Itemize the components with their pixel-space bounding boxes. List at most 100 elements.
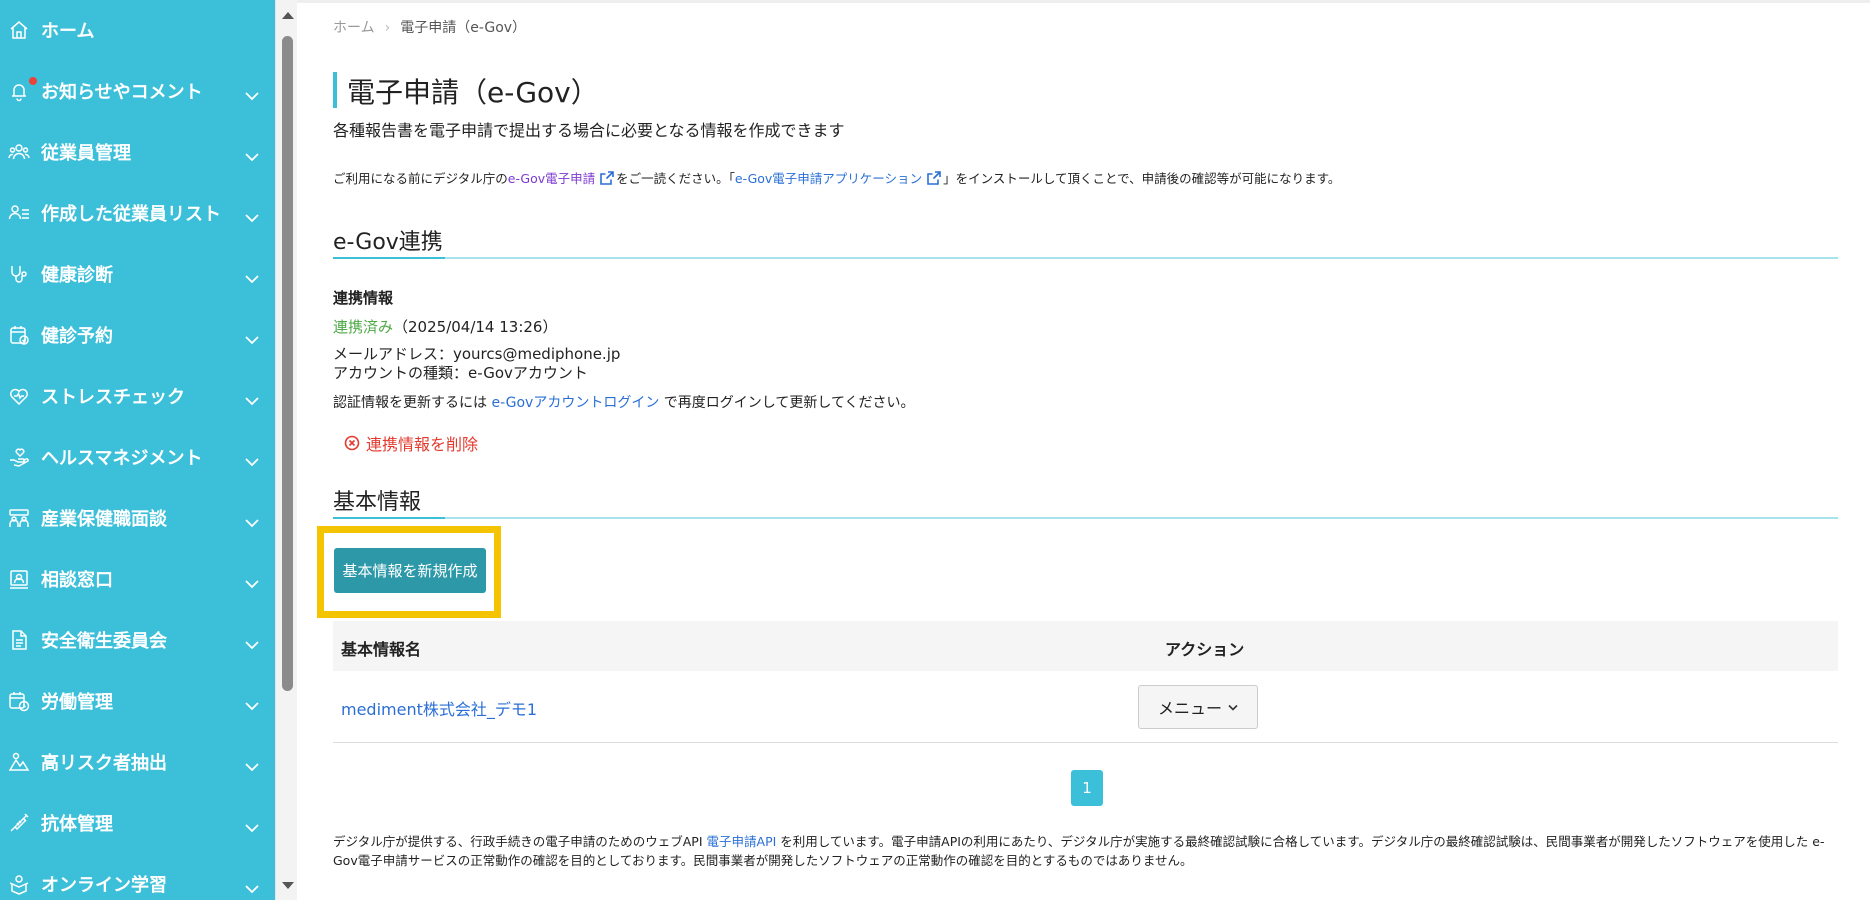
notice-middle: をご一読ください。「 xyxy=(616,171,735,186)
breadcrumb-separator: › xyxy=(384,20,391,36)
risk-chart-icon xyxy=(8,751,30,773)
pagination-page-button[interactable]: 1 xyxy=(1071,770,1103,806)
scroll-down-arrow-icon[interactable] xyxy=(282,882,294,889)
external-link-icon[interactable] xyxy=(927,171,941,185)
chevron-down-icon xyxy=(244,269,260,283)
footer-disclaimer: デジタル庁が提供する、行政手続きの電子申請のためのウェブAPI 電子申請API … xyxy=(333,832,1838,870)
sidebar-item-label: オンライン学習 xyxy=(41,874,167,896)
egov-account-login-link[interactable]: e-Govアカウントログイン xyxy=(491,395,659,411)
sidebar-item-checkup-reservation[interactable]: 健診予約 xyxy=(0,304,275,365)
chevron-down-icon xyxy=(244,330,260,344)
sidebar-item-label: 健診予約 xyxy=(41,325,113,347)
section-divider-accent xyxy=(333,257,445,259)
reauth-prefix: 認証情報を更新するには xyxy=(333,395,492,411)
sidebar-item-label: 健康診断 xyxy=(41,264,113,286)
main-content: ホーム › 電子申請（e-Gov） 電子申請（e-Gov） 各種報告書を電子申請で提… xyxy=(297,0,1870,900)
status-date: （2025/04/14 13:26） xyxy=(393,318,558,336)
sidebar-item-health-checkup[interactable]: 健康診断 xyxy=(0,243,275,304)
chevron-down-icon xyxy=(244,757,260,771)
scrollbar-thumb[interactable] xyxy=(282,36,293,691)
account-type-line: アカウントの種類：e-Govアカウント xyxy=(333,364,588,382)
sidebar-item-employee-lists[interactable]: 作成した従業員リスト xyxy=(0,182,275,243)
sidebar-item-antibody-management[interactable]: 抗体管理 xyxy=(0,792,275,853)
sidebar-item-label: 高リスク者抽出 xyxy=(41,752,167,774)
breadcrumb-home-link[interactable]: ホーム xyxy=(333,20,375,36)
column-header-name: 基本情報名 xyxy=(341,640,422,659)
menu-button-label: メニュー xyxy=(1157,699,1222,718)
delete-link-info-button[interactable]: 連携情報を削除 xyxy=(344,431,478,455)
breadcrumb-current: 電子申請（e-Gov） xyxy=(400,20,527,36)
egov-application-link[interactable]: e-Gov電子申請 xyxy=(508,171,595,186)
sidebar-item-consultation-desk[interactable]: 相談窓口 xyxy=(0,548,275,609)
sidebar-item-label: 抗体管理 xyxy=(41,813,113,835)
sidebar-item-stress-check[interactable]: ストレスチェック xyxy=(0,365,275,426)
sidebar-item-label: 安全衛生委員会 xyxy=(41,630,167,652)
sidebar-item-online-learning[interactable]: オンライン学習 xyxy=(0,853,275,900)
delete-link-label: 連携情報を削除 xyxy=(366,435,479,454)
sidebar-item-label: ホーム xyxy=(41,21,95,42)
chevron-down-icon xyxy=(244,696,260,710)
chevron-down-icon xyxy=(244,452,260,466)
reauth-instruction: 認証情報を更新するには e-Govアカウントログイン で再度ログインして更新して… xyxy=(333,392,915,412)
stethoscope-icon xyxy=(8,263,30,285)
section-title-egov: e-Gov連携 xyxy=(333,230,443,255)
sidebar-item-label: 従業員管理 xyxy=(41,142,131,164)
email-line: メールアドレス：yourcs@mediphone.jp xyxy=(333,345,621,363)
learning-icon xyxy=(8,873,30,895)
consult-icon xyxy=(8,568,30,590)
row-menu-button[interactable]: メニュー xyxy=(1138,685,1258,729)
sidebar-item-high-risk-extraction[interactable]: 高リスク者抽出 xyxy=(0,731,275,792)
chevron-down-icon xyxy=(244,391,260,405)
document-icon xyxy=(8,629,30,651)
sidebar-item-label: 産業保健職面談 xyxy=(41,508,167,530)
notice-prefix: ご利用になる前にデジタル庁の xyxy=(333,171,508,186)
link-info-heading: 連携情報 xyxy=(333,289,394,307)
users-icon xyxy=(8,141,30,163)
notification-dot xyxy=(29,76,37,85)
sidebar-item-health-management[interactable]: ヘルスマネジメント xyxy=(0,426,275,487)
home-icon xyxy=(8,19,30,41)
table-row: mediment株式会社_デモ1 メニュー xyxy=(333,671,1838,743)
bell-icon xyxy=(8,76,37,102)
chevron-down-icon xyxy=(244,208,260,222)
sidebar-item-label: ストレスチェック xyxy=(41,386,185,408)
egov-api-link[interactable]: 電子申請API xyxy=(707,834,777,849)
user-list-icon xyxy=(8,202,30,224)
page-title-accent-bar xyxy=(333,72,337,108)
sidebar: ホーム お知らせやコメント 従業員管理 作成した従業員リスト 健康診断 健診予約… xyxy=(0,0,275,900)
section-divider xyxy=(333,257,1838,259)
sidebar-item-home[interactable]: ホーム xyxy=(0,0,275,60)
create-basic-info-button[interactable]: 基本情報を新規作成 xyxy=(334,548,486,593)
basic-info-name-link[interactable]: mediment株式会社_デモ1 xyxy=(341,696,537,720)
heart-icon xyxy=(8,385,30,407)
chevron-down-icon xyxy=(244,513,260,527)
meeting-icon xyxy=(8,507,30,529)
sidebar-item-occupational-health-interview[interactable]: 産業保健職面談 xyxy=(0,487,275,548)
section-divider-accent xyxy=(333,517,445,519)
chevron-down-icon xyxy=(244,86,260,100)
sidebar-item-safety-committee[interactable]: 安全衛生委員会 xyxy=(0,609,275,670)
section-title-basic-info: 基本情報 xyxy=(333,490,422,515)
sidebar-item-notifications[interactable]: お知らせやコメント xyxy=(0,60,275,121)
sidebar-item-label: お知らせやコメント xyxy=(41,81,203,103)
column-header-action: アクション xyxy=(1165,640,1245,659)
sidebar-scrollbar[interactable] xyxy=(275,0,297,900)
notice-suffix: 」をインストールして頂くことで、申請後の確認等が可能になります。 xyxy=(943,171,1341,186)
sidebar-item-employee-management[interactable]: 従業員管理 xyxy=(0,121,275,182)
scroll-up-arrow-icon[interactable] xyxy=(282,12,294,19)
sidebar-item-label: 労働管理 xyxy=(41,691,113,713)
close-circle-icon xyxy=(344,435,360,451)
sidebar-item-label: ヘルスマネジメント xyxy=(41,447,203,469)
chevron-down-icon xyxy=(244,574,260,588)
calendar-check-icon xyxy=(8,324,30,346)
external-link-icon[interactable] xyxy=(600,171,614,185)
page-title: 電子申請（e-Gov） xyxy=(347,76,599,109)
breadcrumb: ホーム › 電子申請（e-Gov） xyxy=(333,17,526,37)
sidebar-item-labor-management[interactable]: 労働管理 xyxy=(0,670,275,731)
footer-prefix: デジタル庁が提供する、行政手続きの電子申請のためのウェブAPI xyxy=(333,834,707,849)
usage-notice: ご利用になる前にデジタル庁のe-Gov電子申請 をご一読ください。「e-Gov電子… xyxy=(333,168,1340,187)
chevron-down-icon xyxy=(244,635,260,649)
egov-app-download-link[interactable]: e-Gov電子申請アプリケーション xyxy=(735,171,922,186)
reauth-suffix: で再度ログインして更新してください。 xyxy=(659,395,915,411)
syringe-icon xyxy=(8,812,30,834)
